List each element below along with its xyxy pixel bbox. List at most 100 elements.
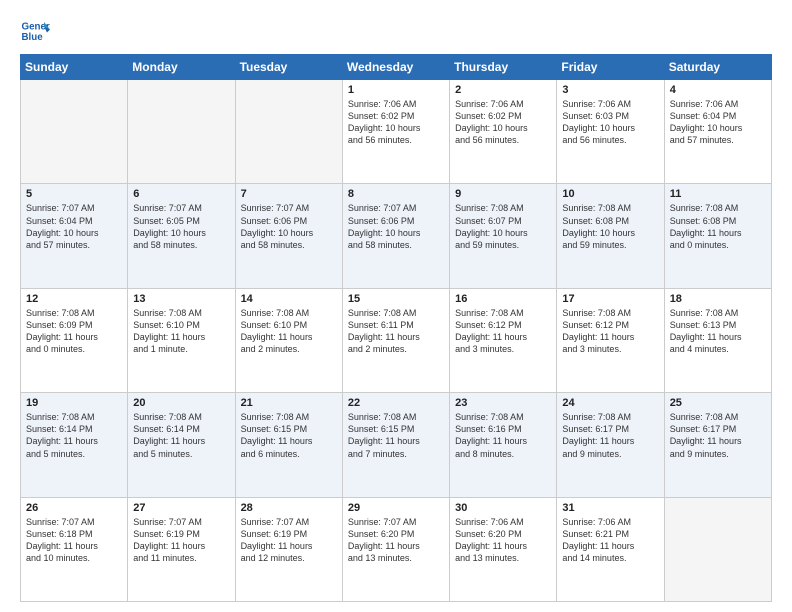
day-number: 16 (455, 293, 551, 305)
day-number: 20 (133, 397, 229, 409)
day-cell: 9 Sunrise: 7:08 AMSunset: 6:07 PMDaylight… (450, 184, 557, 288)
day-number: 1 (348, 84, 444, 96)
day-info: Sunrise: 7:07 AMSunset: 6:06 PMDaylight:… (241, 202, 337, 251)
day-number: 25 (670, 397, 766, 409)
day-cell: 1Sunrise: 7:06 AMSunset: 6:02 PMDaylight… (342, 80, 449, 184)
weekday-header-friday: Friday (557, 55, 664, 80)
week-row-5: 26 Sunrise: 7:07 AMSunset: 6:18 PMDayligh… (21, 497, 772, 601)
day-number: 14 (241, 293, 337, 305)
day-info: Sunrise: 7:08 AMSunset: 6:12 PMDaylight:… (562, 307, 658, 356)
weekday-header-monday: Monday (128, 55, 235, 80)
day-cell (235, 80, 342, 184)
weekday-header-wednesday: Wednesday (342, 55, 449, 80)
day-cell: 30Sunrise: 7:06 AMSunset: 6:20 PMDayligh… (450, 497, 557, 601)
day-info: Sunrise: 7:06 AMSunset: 6:03 PMDaylight:… (562, 98, 658, 147)
day-cell (664, 497, 771, 601)
calendar-table: SundayMondayTuesdayWednesdayThursdayFrid… (20, 54, 772, 602)
day-info: Sunrise: 7:08 AMSunset: 6:17 PMDaylight:… (562, 411, 658, 460)
day-cell: 17 Sunrise: 7:08 AMSunset: 6:12 PMDayligh… (557, 288, 664, 392)
day-cell (128, 80, 235, 184)
day-number: 17 (562, 293, 658, 305)
day-number: 26 (26, 502, 122, 514)
week-row-1: 1 Sunrise: 7:06 AMSunset: 6:02 PMDaylight… (21, 80, 772, 184)
day-number: 15 (348, 293, 444, 305)
day-cell: 22Sunrise: 7:08 AMSunset: 6:15 PMDayligh… (342, 393, 449, 497)
day-cell: 18 Sunrise: 7:08 AMSunset: 6:13 PMDayligh… (664, 288, 771, 392)
day-number: 5 (26, 188, 122, 200)
day-info: Sunrise: 7:08 AMSunset: 6:16 PMDaylight:… (455, 411, 551, 460)
day-info: Sunrise: 7:08 AMSunset: 6:14 PMDaylight:… (26, 411, 122, 460)
day-info: Sunrise: 7:06 AMSunset: 6:21 PMDaylight:… (562, 516, 658, 565)
day-number: 2 (455, 84, 551, 96)
day-info: Sunrise: 7:08 AMSunset: 6:08 PMDaylight:… (562, 202, 658, 251)
day-info: Sunrise: 7:07 AMSunset: 6:19 PMDaylight:… (133, 516, 229, 565)
day-info: Sunrise: 7:06 AMSunset: 6:04 PMDaylight:… (670, 98, 766, 147)
day-cell: 27 Sunrise: 7:07 AMSunset: 6:19 PMDayligh… (128, 497, 235, 601)
day-number: 6 (133, 188, 229, 200)
day-number: 7 (241, 188, 337, 200)
day-cell (21, 80, 128, 184)
day-cell: 14 Sunrise: 7:08 AMSunset: 6:10 PMDayligh… (235, 288, 342, 392)
page: General Blue SundayMondayTuesdayWednesda… (0, 0, 792, 612)
day-info: Sunrise: 7:07 AMSunset: 6:19 PMDaylight:… (241, 516, 337, 565)
day-cell: 19Sunrise: 7:08 AMSunset: 6:14 PMDayligh… (21, 393, 128, 497)
day-cell: 7 Sunrise: 7:07 AMSunset: 6:06 PMDaylight… (235, 184, 342, 288)
day-info: Sunrise: 7:08 AMSunset: 6:17 PMDaylight:… (670, 411, 766, 460)
day-number: 30 (455, 502, 551, 514)
weekday-header-saturday: Saturday (664, 55, 771, 80)
day-number: 4 (670, 84, 766, 96)
day-number: 31 (562, 502, 658, 514)
day-cell: 6 Sunrise: 7:07 AMSunset: 6:05 PMDaylight… (128, 184, 235, 288)
logo: General Blue (20, 16, 54, 46)
weekday-header-thursday: Thursday (450, 55, 557, 80)
day-info: Sunrise: 7:08 AMSunset: 6:12 PMDaylight:… (455, 307, 551, 356)
week-row-3: 12Sunrise: 7:08 AMSunset: 6:09 PMDayligh… (21, 288, 772, 392)
day-number: 8 (348, 188, 444, 200)
logo-icon: General Blue (20, 16, 50, 46)
day-cell: 12Sunrise: 7:08 AMSunset: 6:09 PMDayligh… (21, 288, 128, 392)
day-number: 23 (455, 397, 551, 409)
day-cell: 16 Sunrise: 7:08 AMSunset: 6:12 PMDayligh… (450, 288, 557, 392)
day-info: Sunrise: 7:07 AMSunset: 6:20 PMDaylight:… (348, 516, 444, 565)
day-cell: 29 Sunrise: 7:07 AMSunset: 6:20 PMDayligh… (342, 497, 449, 601)
day-info: Sunrise: 7:08 AMSunset: 6:09 PMDaylight:… (26, 307, 122, 356)
day-number: 28 (241, 502, 337, 514)
day-info: Sunrise: 7:07 AMSunset: 6:06 PMDaylight:… (348, 202, 444, 251)
day-cell: 21Sunrise: 7:08 AMSunset: 6:15 PMDayligh… (235, 393, 342, 497)
day-number: 29 (348, 502, 444, 514)
day-info: Sunrise: 7:08 AMSunset: 6:08 PMDaylight:… (670, 202, 766, 251)
day-cell: 11 Sunrise: 7:08 AMSunset: 6:08 PMDayligh… (664, 184, 771, 288)
day-number: 10 (562, 188, 658, 200)
day-info: Sunrise: 7:08 AMSunset: 6:13 PMDaylight:… (670, 307, 766, 356)
day-number: 11 (670, 188, 766, 200)
day-number: 3 (562, 84, 658, 96)
day-info: Sunrise: 7:08 AMSunset: 6:07 PMDaylight:… (455, 202, 551, 251)
day-info: Sunrise: 7:06 AMSunset: 6:02 PMDaylight:… (455, 98, 551, 147)
day-cell: 5Sunrise: 7:07 AMSunset: 6:04 PMDaylight… (21, 184, 128, 288)
day-cell: 13 Sunrise: 7:08 AMSunset: 6:10 PMDayligh… (128, 288, 235, 392)
day-number: 9 (455, 188, 551, 200)
day-info: Sunrise: 7:08 AMSunset: 6:15 PMDaylight:… (348, 411, 444, 460)
day-info: Sunrise: 7:08 AMSunset: 6:10 PMDaylight:… (133, 307, 229, 356)
day-cell: 26 Sunrise: 7:07 AMSunset: 6:18 PMDayligh… (21, 497, 128, 601)
week-row-2: 5Sunrise: 7:07 AMSunset: 6:04 PMDaylight… (21, 184, 772, 288)
weekday-header-row: SundayMondayTuesdayWednesdayThursdayFrid… (21, 55, 772, 80)
day-cell: 23 Sunrise: 7:08 AMSunset: 6:16 PMDayligh… (450, 393, 557, 497)
day-info: Sunrise: 7:08 AMSunset: 6:10 PMDaylight:… (241, 307, 337, 356)
day-number: 21 (241, 397, 337, 409)
day-info: Sunrise: 7:07 AMSunset: 6:05 PMDaylight:… (133, 202, 229, 251)
day-cell: 20 Sunrise: 7:08 AMSunset: 6:14 PMDayligh… (128, 393, 235, 497)
day-cell: 28 Sunrise: 7:07 AMSunset: 6:19 PMDayligh… (235, 497, 342, 601)
header: General Blue (20, 16, 772, 46)
day-info: Sunrise: 7:08 AMSunset: 6:14 PMDaylight:… (133, 411, 229, 460)
day-cell: 8 Sunrise: 7:07 AMSunset: 6:06 PMDaylight… (342, 184, 449, 288)
day-cell: 2 Sunrise: 7:06 AMSunset: 6:02 PMDaylight… (450, 80, 557, 184)
day-number: 27 (133, 502, 229, 514)
day-number: 18 (670, 293, 766, 305)
weekday-header-sunday: Sunday (21, 55, 128, 80)
svg-text:Blue: Blue (22, 32, 44, 43)
day-info: Sunrise: 7:08 AMSunset: 6:11 PMDaylight:… (348, 307, 444, 356)
day-number: 13 (133, 293, 229, 305)
day-info: Sunrise: 7:07 AMSunset: 6:18 PMDaylight:… (26, 516, 122, 565)
day-cell: 10 Sunrise: 7:08 AMSunset: 6:08 PMDayligh… (557, 184, 664, 288)
